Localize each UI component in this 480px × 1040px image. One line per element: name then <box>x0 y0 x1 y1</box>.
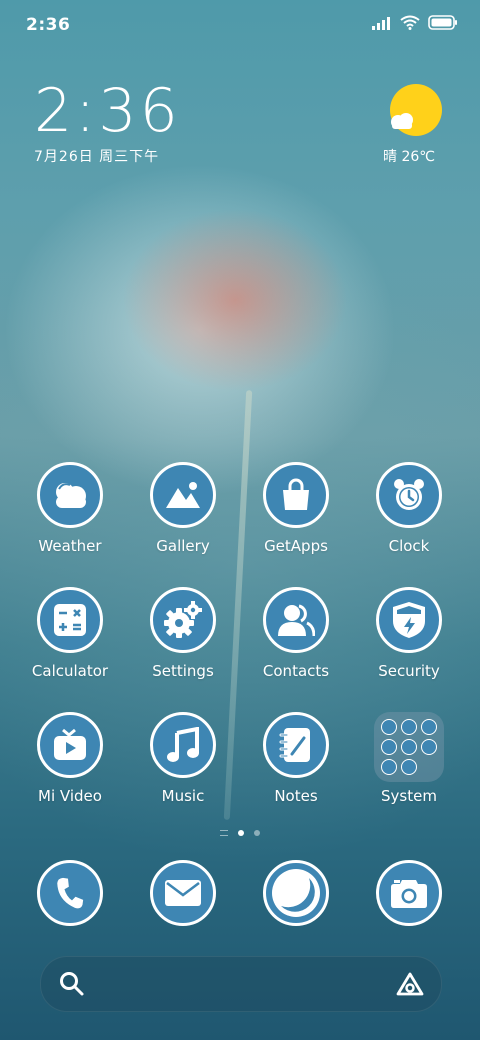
weather-icon <box>37 462 103 528</box>
status-time: 2:36 <box>26 15 71 35</box>
app-music[interactable]: Music <box>128 712 238 805</box>
notebook-icon <box>263 712 329 778</box>
app-settings[interactable]: Settings <box>128 587 238 680</box>
dock-messages[interactable] <box>128 860 238 926</box>
app-contacts[interactable]: Contacts <box>241 587 351 680</box>
folder-icon <box>374 712 444 782</box>
app-label: Weather <box>38 537 102 555</box>
dock <box>0 860 480 930</box>
camera-icon <box>376 860 442 926</box>
app-label: Music <box>161 787 205 805</box>
app-label: Gallery <box>156 537 210 555</box>
app-label: Calculator <box>31 662 109 680</box>
app-security[interactable]: Security <box>354 587 464 680</box>
app-label: Settings <box>152 662 214 680</box>
app-system-folder[interactable]: System <box>354 712 464 805</box>
calculator-icon <box>37 587 103 653</box>
app-label: Contacts <box>262 662 330 680</box>
gear-icon <box>150 587 216 653</box>
folder-app-mini-icon <box>401 719 417 735</box>
browser-icon <box>263 860 329 926</box>
search-bar[interactable] <box>40 956 442 1012</box>
folder-app-mini-icon <box>401 739 417 755</box>
dock-phone[interactable] <box>15 860 125 926</box>
clock-widget[interactable]: 2:36 7月26日 周三下午 <box>34 78 181 166</box>
weather-text: 晴 26℃ <box>383 149 435 165</box>
app-row: Calculator Settings Contacts Security <box>0 587 480 697</box>
shield-icon <box>376 587 442 653</box>
app-label: GetApps <box>264 537 328 555</box>
app-mi-video[interactable]: Mi Video <box>15 712 125 805</box>
messages-icon <box>150 860 216 926</box>
app-label: Mi Video <box>38 787 102 805</box>
app-weather[interactable]: Weather <box>15 462 125 555</box>
app-gallery[interactable]: Gallery <box>128 462 238 555</box>
dock-browser[interactable] <box>241 860 351 926</box>
page-indicator[interactable] <box>0 830 480 836</box>
phone-icon <box>37 860 103 926</box>
status-icons <box>372 15 458 30</box>
page-dot <box>254 830 260 836</box>
weather-widget[interactable]: 晴 26℃ <box>383 84 444 166</box>
search-icon[interactable] <box>59 971 85 997</box>
music-note-icon <box>150 712 216 778</box>
folder-app-mini-icon <box>381 739 397 755</box>
status-bar: 2:36 <box>0 0 480 50</box>
shopping-bag-icon <box>263 462 329 528</box>
battery-icon <box>428 15 457 30</box>
folder-app-mini-icon <box>381 759 397 775</box>
sun-cloud-icon <box>390 84 442 136</box>
folder-app-mini-icon <box>381 719 397 735</box>
feed-page-icon <box>220 830 228 836</box>
app-label: System <box>381 787 437 805</box>
app-notes[interactable]: Notes <box>241 712 351 805</box>
folder-app-mini-icon <box>421 719 437 735</box>
app-label: Notes <box>274 787 318 805</box>
wifi-icon <box>400 15 420 30</box>
app-row: Mi Video Music Notes System <box>0 712 480 822</box>
widget-date: 7月26日 周三下午 <box>34 149 160 165</box>
gallery-icon <box>150 462 216 528</box>
app-clock[interactable]: Clock <box>354 462 464 555</box>
app-getapps[interactable]: GetApps <box>241 462 351 555</box>
tv-play-icon <box>37 712 103 778</box>
contacts-icon <box>263 587 329 653</box>
app-label: Clock <box>388 537 430 555</box>
app-row: Weather Gallery GetApps Clock <box>0 462 480 572</box>
folder-app-mini-icon <box>401 759 417 775</box>
app-calculator[interactable]: Calculator <box>15 587 125 680</box>
folder-app-mini-icon <box>421 739 437 755</box>
signal-icon <box>372 16 390 30</box>
alarm-clock-icon <box>376 462 442 528</box>
app-vault-icon[interactable] <box>395 971 425 997</box>
app-label: Security <box>378 662 440 680</box>
widget-time: 2:36 <box>34 76 181 146</box>
page-dot-active <box>238 830 244 836</box>
dock-camera[interactable] <box>354 860 464 926</box>
